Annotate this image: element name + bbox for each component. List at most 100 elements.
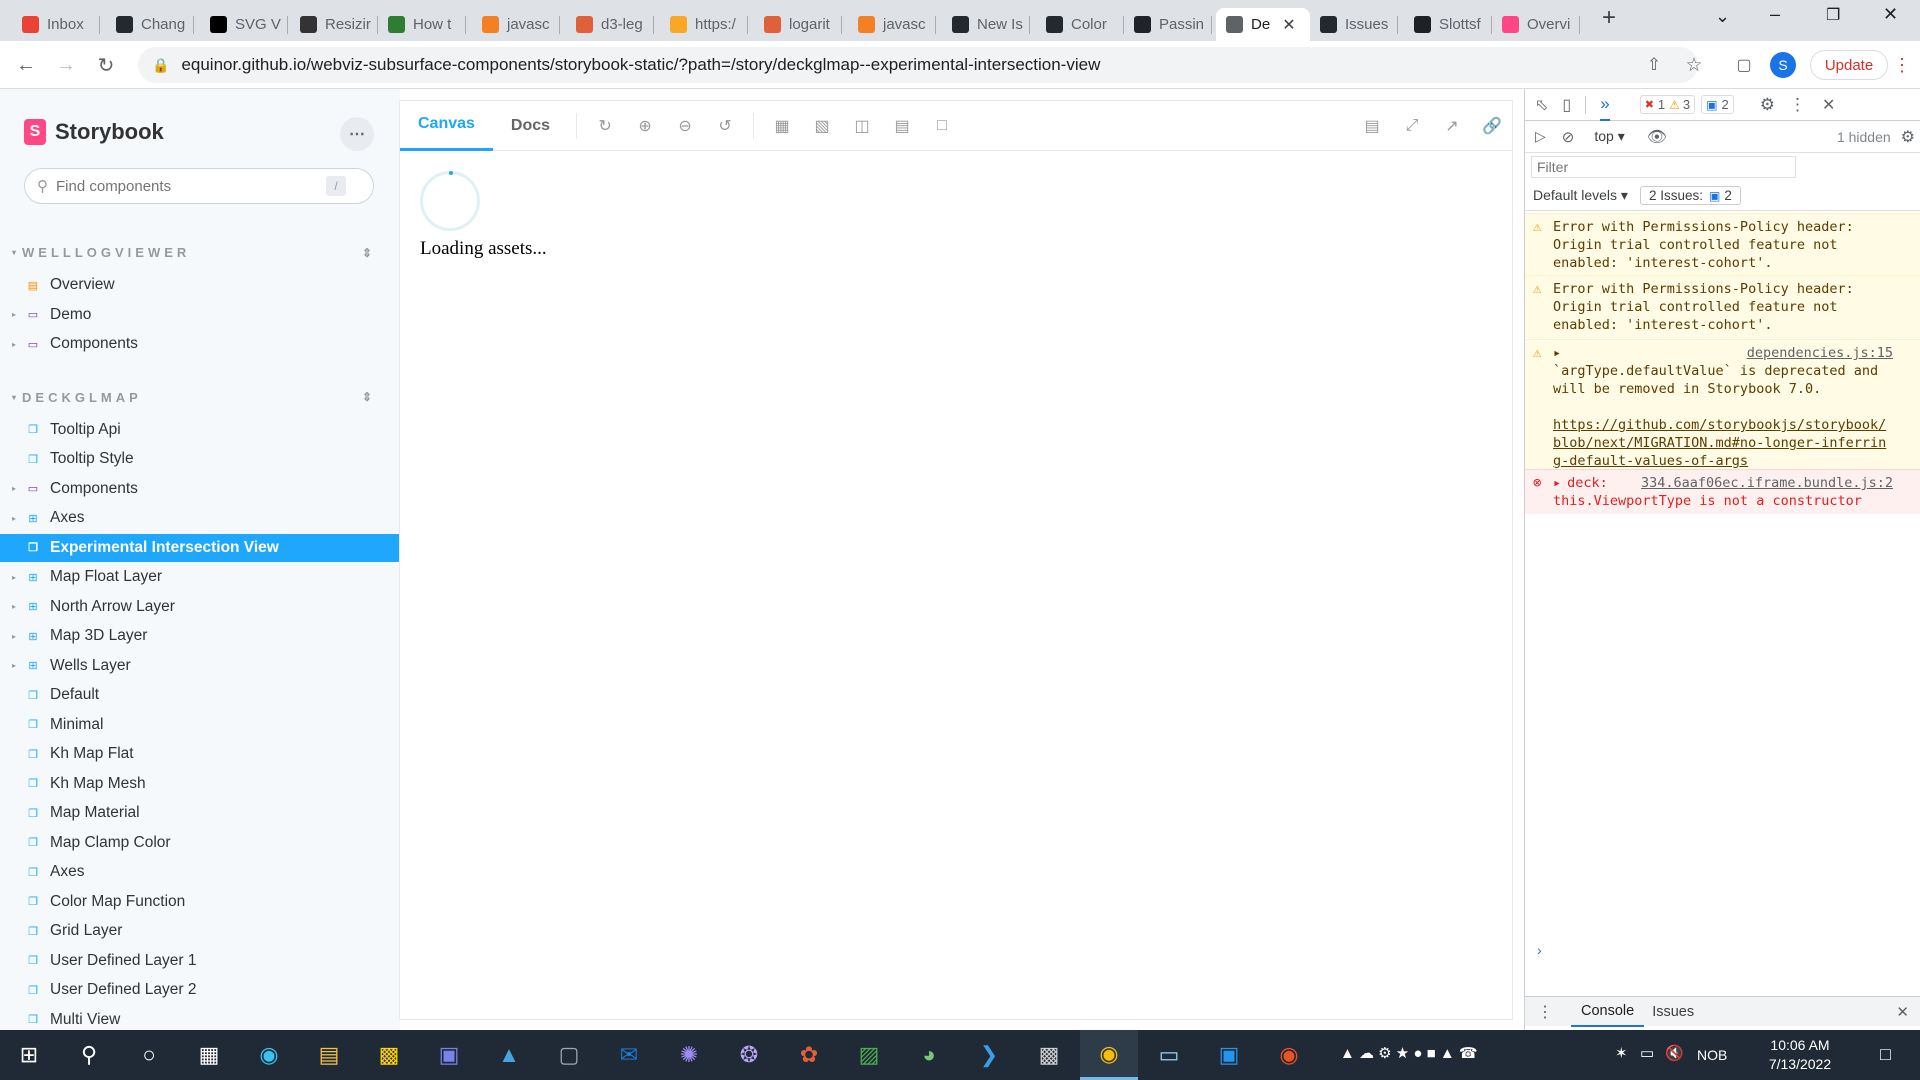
expand-triangle-icon[interactable]: ▸ [1553,474,1561,492]
teams-icon[interactable]: ▣ [420,1030,478,1080]
browser-tab[interactable]: SVG V [200,8,288,41]
share-icon[interactable]: ⇧ [1640,51,1668,79]
browser-tab[interactable]: Inbox [12,8,100,41]
browser-tab[interactable]: https:/ [660,8,748,41]
url-text[interactable]: equinor.github.io/webviz-subsurface-comp… [181,55,1100,75]
outline-icon[interactable]: □ [922,117,962,135]
browser-tab[interactable]: New Is [942,8,1030,41]
docker-icon[interactable]: ▣ [1200,1030,1258,1080]
sidebar-item[interactable]: ❐ Default [0,681,400,709]
issues-button[interactable]: 2 Issues: ▣ 2 [1639,186,1741,205]
settings-gear-icon[interactable]: ⚙ [1760,95,1775,115]
tab-canvas[interactable]: Canvas [400,101,493,151]
profile-avatar[interactable]: S [1770,52,1796,78]
sidebar-group-header[interactable]: ▾ WELLLOGVIEWER ⇕ [12,245,372,260]
browser-tab[interactable]: How t [378,8,466,41]
devtools-close-icon[interactable]: ✕ [1822,95,1835,115]
viewport-icon[interactable]: ◫ [842,116,882,136]
sidebar-item[interactable]: ❐ Experimental Intersection View [0,533,400,562]
sidebar-item[interactable]: ▸ ⊞ Wells Layer [0,652,400,680]
browser-tab[interactable]: javasc [848,8,936,41]
sidebar-item[interactable]: ▸ ⊞ Axes [0,504,400,532]
sidebar-item[interactable]: ❐ Map Clamp Color [0,829,400,857]
sidebar-toggle-icon[interactable]: ▷ [1535,128,1546,145]
browser-tab[interactable]: Overvi [1492,8,1580,41]
sidebar-item[interactable]: ❐ Tooltip Api [0,416,400,444]
photos-icon[interactable]: ▲ [480,1030,538,1080]
drawer-tab-console[interactable]: Console [1571,997,1645,1027]
panel-toggle-icon[interactable]: ▤ [1352,116,1392,136]
app-icon-4[interactable]: ▨ [840,1030,898,1080]
sidebar-item[interactable]: ❐ Color Map Function [0,888,400,916]
task-view-icon[interactable]: ▦ [180,1030,238,1080]
copy-link-icon[interactable]: 🔗 [1472,116,1512,136]
inspect-icon[interactable]: ⬁ [1535,95,1548,115]
remount-icon[interactable]: ↻ [585,116,625,136]
open-new-tab-icon[interactable]: ↗ [1432,116,1472,136]
drawer-menu-icon[interactable]: ⋮ [1537,1002,1553,1022]
console-settings-icon[interactable]: ⚙ [1901,127,1915,147]
sidebar-item[interactable]: ▸ ⊞ North Arrow Layer [0,593,400,621]
expand-all-icon[interactable]: ⇕ [362,246,372,260]
console-warning-message[interactable]: ⚠ Error with Permissions-Policy header: O… [1525,275,1920,338]
sidebar-item[interactable]: ▸ ▭ Components [0,475,400,503]
devtools-menu-icon[interactable]: ⋮ [1789,95,1806,115]
filter-input[interactable] [1531,156,1796,178]
file-explorer-icon[interactable]: ▤ [300,1030,358,1080]
battery-icon[interactable]: ▭ [1640,1044,1654,1062]
browser-tab[interactable]: d3-leg [566,8,654,41]
drawer-close-icon[interactable]: ✕ [1896,1003,1909,1021]
chrome-icon[interactable]: ◉ [1080,1030,1138,1080]
expand-triangle-icon[interactable]: ▸ [1553,344,1561,362]
browser-tab[interactable]: javasc [472,8,560,41]
sidebar-item[interactable]: ▸ ⊞ Map Float Layer [0,563,400,591]
message-source-link[interactable]: dependencies.js:15 [1747,344,1893,362]
clock[interactable]: 10:06 AM 7/13/2022 [1740,1036,1860,1074]
measure-icon[interactable]: ▤ [882,116,922,136]
bookmark-star-icon[interactable]: ☆ [1680,51,1708,79]
cortana-icon[interactable]: ○ [120,1030,178,1080]
console-warning-message[interactable]: ⚠ ▸ dependencies.js:15 `argType.defaultValu… [1525,339,1920,474]
remote-desktop-icon[interactable]: ▢ [540,1030,598,1080]
app-icon-6[interactable]: ▭ [1140,1030,1198,1080]
console-prompt[interactable]: › [1525,937,1920,963]
browser-tab[interactable]: Issues [1310,8,1398,41]
live-expression-eye-icon[interactable]: 👁 [1647,127,1667,147]
browser-tab[interactable]: De ✕ [1216,8,1310,41]
restore-icon[interactable]: ❐ [1826,5,1840,25]
console-error-message[interactable]: ⊗ ▸ deck: 334.6aaf06ec.iframe.bundle.js:2 th… [1525,469,1920,514]
clear-console-icon[interactable]: ⊘ [1562,128,1575,146]
window-close-icon[interactable]: ✕ [1883,4,1898,25]
device-toggle-icon[interactable]: ▯ [1562,95,1571,115]
drawer-tab-issues[interactable]: Issues [1652,1004,1694,1020]
browser-tab[interactable]: logarit [754,8,842,41]
windows-start-icon[interactable]: ⊞ [0,1030,58,1080]
background-icon[interactable]: ▦ [762,116,802,136]
language-indicator[interactable]: NOB [1697,1047,1727,1063]
zoom-reset-icon[interactable]: ↺ [705,116,745,136]
vscode-icon[interactable]: ❯ [960,1030,1018,1080]
ubuntu-icon[interactable]: ◉ [1260,1030,1318,1080]
zoom-in-icon[interactable]: ⊕ [625,116,665,136]
menu-kebab-icon[interactable]: ⋮ [1888,51,1916,79]
sidepanel-icon[interactable]: ▢ [1730,51,1758,79]
app-icon-2[interactable]: ❂ [720,1030,778,1080]
tray-icons[interactable]: ▲ ☁ ⚙ ★ ● ■ ▲ ☎ [1340,1044,1478,1062]
taskbar-search-icon[interactable]: ⚲ [60,1030,118,1080]
more-tabs-icon[interactable]: » [1600,89,1610,121]
fullscreen-icon[interactable]: ⤢ [1392,117,1432,135]
search-input[interactable] [56,177,326,195]
app-icon-5[interactable]: ◕ [900,1030,958,1080]
message-source-link[interactable]: 334.6aaf06ec.iframe.bundle.js:2 [1641,474,1893,492]
forward-icon[interactable]: → [52,51,80,79]
edge-icon[interactable]: ◉ [240,1030,298,1080]
wifi-icon[interactable]: ✶ [1615,1044,1628,1062]
tab-docs[interactable]: Docs [493,101,568,151]
volume-icon[interactable]: 🔇 [1665,1044,1684,1062]
browser-tab[interactable]: Chang [106,8,194,41]
console-warning-message[interactable]: ⚠ Error with Permissions-Policy header: O… [1525,213,1920,276]
message-url-link[interactable]: https://github.com/storybookjs/storybook… [1553,416,1920,470]
app-icon-1[interactable]: ✺ [660,1030,718,1080]
sidebar-item[interactable]: ▤ Overview [0,271,400,299]
search-field[interactable]: ⚲ / [24,168,374,204]
